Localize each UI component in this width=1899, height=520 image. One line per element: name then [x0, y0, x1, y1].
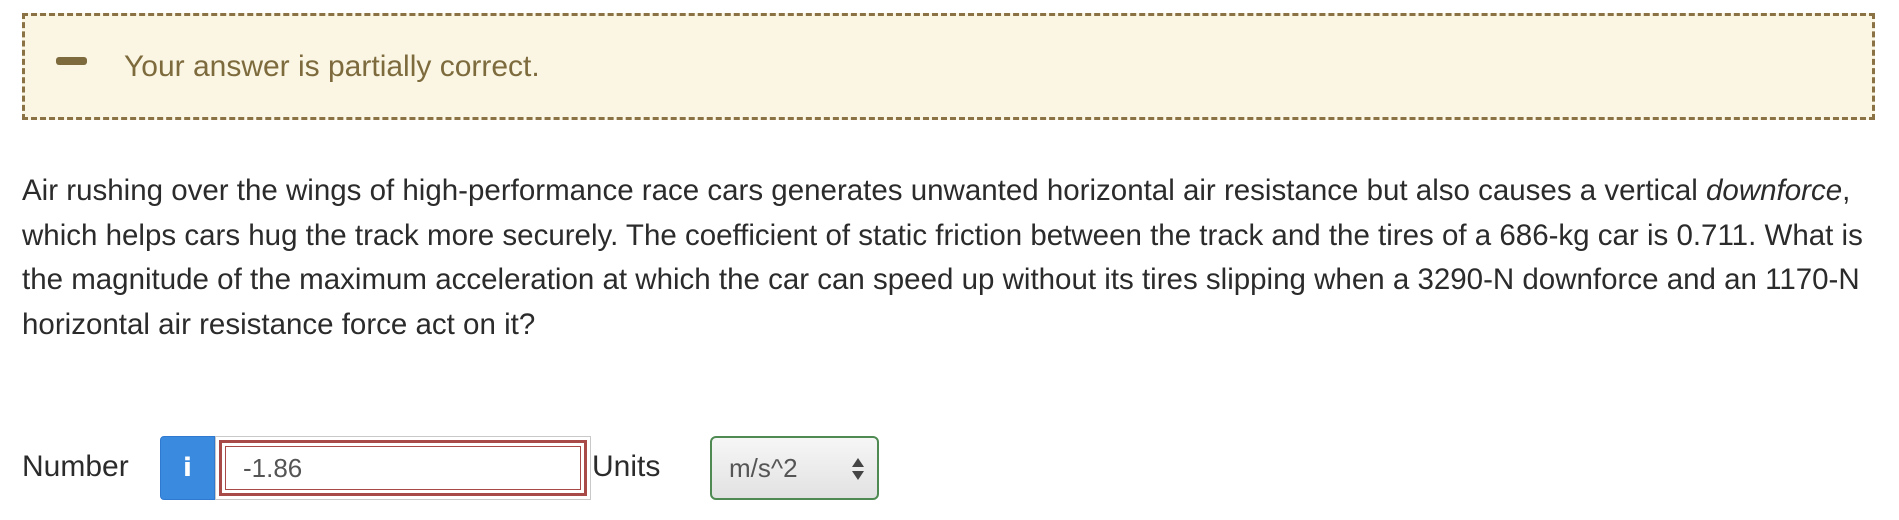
info-button[interactable]: i [160, 436, 215, 500]
units-selected-value: m/s^2 [729, 453, 798, 483]
question-text: Air rushing over the wings of high-perfo… [22, 169, 1877, 347]
select-arrows-icon [852, 458, 864, 480]
feedback-banner: Your answer is partially correct. [22, 13, 1875, 120]
units-select[interactable]: m/s^2 [710, 436, 879, 500]
info-icon: i [183, 453, 192, 483]
answer-input-wrapper [215, 436, 591, 500]
number-label: Number [22, 450, 129, 483]
answer-number-input[interactable] [219, 440, 587, 496]
units-label: Units [592, 450, 661, 483]
answer-row: Number i Units m/s^2 [22, 436, 1877, 502]
question-text-part1: Air rushing over the wings of high-perfo… [22, 174, 1707, 207]
feedback-message: Your answer is partially correct. [124, 50, 540, 83]
minus-icon [56, 57, 87, 65]
question-emphasis: downforce [1706, 174, 1843, 207]
